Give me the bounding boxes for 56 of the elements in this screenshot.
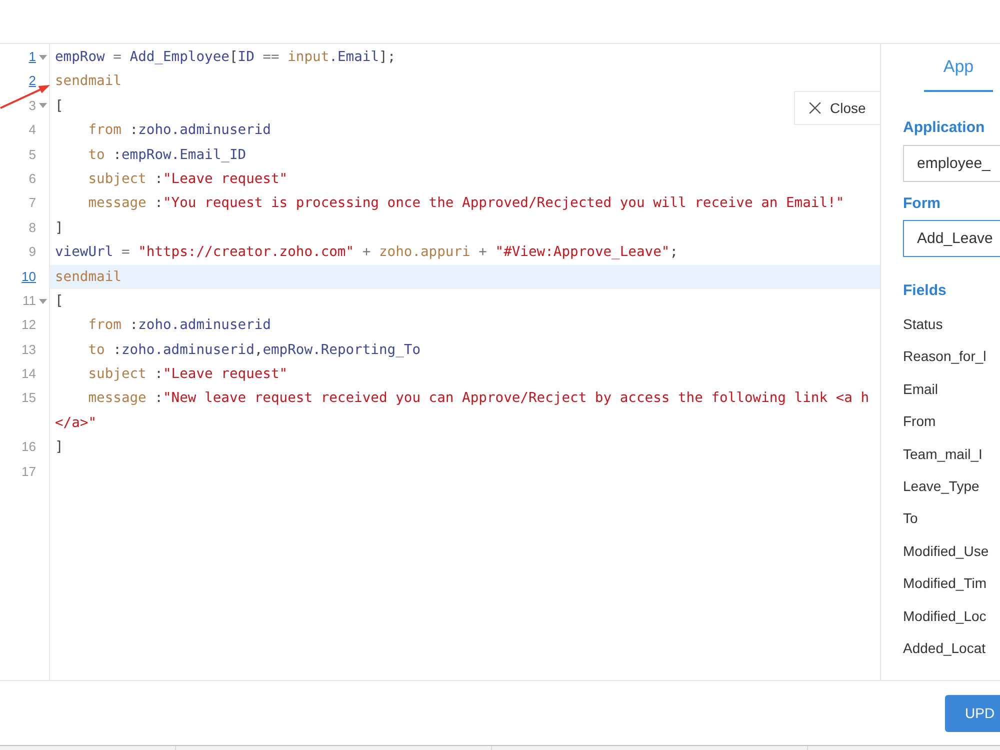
line-number: 17 xyxy=(22,462,36,481)
field-list-item[interactable]: Reason_for_l xyxy=(903,340,1000,373)
code-line: subject :"Leave request" xyxy=(87,170,288,189)
field-list-item[interactable]: Modified_Loc xyxy=(903,600,1000,632)
code-line: sendmail xyxy=(55,72,122,92)
code-line: subject :"Leave request" xyxy=(87,365,288,384)
fold-arrow-icon[interactable] xyxy=(38,54,46,60)
line-number: 4 xyxy=(28,121,36,140)
line-number[interactable]: 10 xyxy=(22,264,36,289)
code-line: to :empRow.Email_ID xyxy=(87,146,246,165)
line-number: 11 xyxy=(22,292,36,310)
code-line: ] xyxy=(55,438,64,458)
field-list-item[interactable]: Team_mail_I xyxy=(903,438,1000,470)
field-list-item[interactable]: Email xyxy=(903,372,1000,406)
field-list-item[interactable]: Added_Locat xyxy=(903,632,1000,664)
code-line: message :"You request is processing once the Approved/Recjected you will receive an Email!" xyxy=(87,194,844,214)
code-line: sendmail xyxy=(55,268,122,287)
close-icon xyxy=(809,102,821,114)
code-line: [ xyxy=(55,96,64,116)
line-number: 12 xyxy=(22,316,36,334)
code-line: to :zoho.adminuserid,empRow.Reporting_To xyxy=(87,340,421,360)
fold-arrow-icon[interactable] xyxy=(38,103,46,108)
code-line: from :zoho.adminuserid xyxy=(87,316,271,336)
code-line: message :"New leave request received you can Approve/Recject by access the following link <a h </a>" xyxy=(55,389,870,433)
code-line: from :zoho.adminuserid xyxy=(87,121,271,140)
line-number: 9 xyxy=(28,243,36,262)
field-list-item[interactable]: Status xyxy=(903,308,1000,340)
line-number: 5 xyxy=(28,146,36,164)
line-number: 16 xyxy=(22,438,36,456)
line-number: 13 xyxy=(22,340,36,359)
annotation-arrow xyxy=(0,84,51,109)
line-number: 7 xyxy=(28,194,36,212)
field-list-item[interactable]: Leave_Type xyxy=(903,470,1000,502)
section-label: Application xyxy=(903,118,986,138)
code-line: empRow = Add_Employee[ID == input.Email]; xyxy=(55,48,396,67)
field-list-item[interactable]: To xyxy=(903,502,1000,535)
update-button[interactable]: UPD xyxy=(945,694,1000,732)
line-number: 8 xyxy=(28,218,36,237)
line-number: 14 xyxy=(22,365,36,384)
input-field[interactable]: Add_Leave xyxy=(903,220,1000,257)
code-line: ] xyxy=(55,218,64,238)
input-field[interactable]: employee_ xyxy=(903,145,1000,182)
line-number: 15 xyxy=(22,389,36,408)
fold-arrow-icon[interactable] xyxy=(38,298,46,304)
code-line: [ xyxy=(55,292,64,311)
field-list-item[interactable]: Modified_Tim xyxy=(903,567,1000,600)
code-line: viewUrl = "https://creator.zoho.com" + zoho.appuri + "#View:Approve_Leave"; xyxy=(55,243,678,262)
field-list-item[interactable]: Modified_Use xyxy=(903,534,1000,568)
line-number[interactable]: 1 xyxy=(28,45,36,70)
line-number[interactable]: 2 xyxy=(28,69,36,94)
field-list-item[interactable]: From xyxy=(903,405,1000,438)
section-label: Form xyxy=(903,194,942,214)
fields-heading: Fields xyxy=(903,281,948,301)
line-number: 3 xyxy=(28,96,36,115)
line-number: 6 xyxy=(28,170,36,188)
close-button[interactable]: Close xyxy=(794,91,880,125)
